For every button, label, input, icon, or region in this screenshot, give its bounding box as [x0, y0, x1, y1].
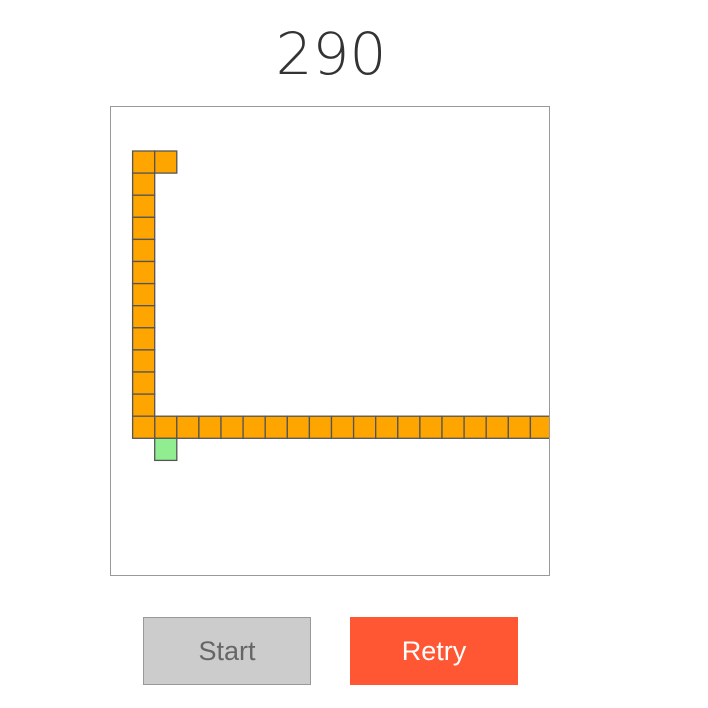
snake-segment	[131, 172, 156, 196]
snake-segment	[529, 415, 549, 439]
snake-segment	[397, 415, 421, 439]
snake-segment	[176, 415, 200, 439]
snake-segment	[131, 194, 156, 218]
snake-segment	[131, 349, 156, 373]
snake-segment	[131, 260, 156, 285]
snake-segment	[507, 415, 532, 439]
snake-segment	[198, 415, 222, 439]
snake-segment	[485, 415, 509, 439]
snake-segment	[264, 415, 288, 439]
start-button[interactable]: Start	[143, 617, 311, 685]
board-canvas	[131, 150, 549, 462]
snake-game: 290 Start Retry	[0, 0, 708, 708]
snake-segment	[131, 327, 156, 351]
score-display: 290	[275, 20, 387, 88]
snake-segment	[352, 415, 377, 439]
food-cell	[154, 437, 178, 462]
snake-segment	[131, 238, 156, 263]
snake-segment	[220, 415, 244, 439]
snake-segment	[419, 415, 443, 439]
snake-segment	[330, 415, 355, 439]
snake-segment	[131, 415, 156, 439]
snake-segment	[131, 282, 156, 307]
snake-segment	[131, 305, 156, 329]
snake-segment	[441, 415, 465, 439]
snake-segment	[154, 150, 178, 174]
snake-segment	[131, 150, 156, 174]
snake-segment	[131, 393, 156, 417]
game-board	[110, 106, 550, 576]
snake-segment	[308, 415, 333, 439]
snake-segment	[463, 415, 487, 439]
snake-segment	[131, 216, 156, 241]
snake-segment	[242, 415, 266, 439]
snake-segment	[154, 415, 178, 439]
snake-segment	[375, 415, 399, 439]
retry-button[interactable]: Retry	[350, 617, 518, 685]
snake-segment	[131, 371, 156, 395]
snake-segment	[286, 415, 311, 439]
